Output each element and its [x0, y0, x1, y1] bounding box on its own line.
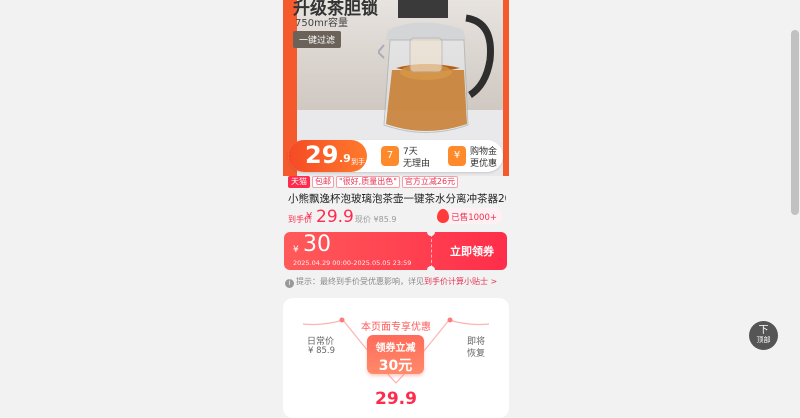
hero-right-border [503, 0, 509, 176]
hero-filter-tag: 一键过滤 [293, 31, 342, 48]
price-pill: 29 .9 到手 [288, 140, 367, 172]
tag-tmall: 天猫 [288, 176, 310, 188]
info-icon: i [285, 279, 294, 288]
price-row: 到手价 ¥ 29.9 现价 ¥85.9 已售1000+ [288, 207, 506, 227]
coupon-amount: 30 [303, 232, 331, 257]
fire-icon [437, 209, 450, 223]
arrow-up-icon: 下 [758, 325, 769, 336]
restore-label-line2: 恢复 [467, 349, 486, 359]
coupon-discount-box[interactable]: 领券立减 30元 [367, 335, 424, 374]
price-badge: 29 .9 到手 7 7天 无理由 ¥ 购物金 更优惠 [288, 140, 503, 172]
offer-final-price: 29.9 [375, 389, 417, 409]
currency-symbol: ¥ [306, 211, 313, 222]
money-bag-icon: ¥ [448, 146, 466, 166]
service-return-line2: 无理由 [403, 159, 431, 169]
coupon-currency: ¥ [293, 245, 299, 255]
coupon-validity: 2025.04.29 00:00-2025.05.05 23:59 [293, 259, 412, 267]
back-to-top-label: 顶部 [756, 336, 771, 344]
claim-coupon-button[interactable]: 立即领券 [450, 243, 494, 259]
offer-title: 本页面专享优惠 [361, 322, 431, 333]
service-credit-line2: 更优惠 [470, 159, 498, 169]
price-tips-link[interactable]: 到手价计算小贴士 > [424, 277, 497, 286]
discount-box-amount: 30元 [378, 358, 413, 374]
product-title[interactable]: 小熊飘逸杯泡玻璃泡茶壶一键茶水分离冲茶器2024新款 [288, 191, 506, 206]
sold-count: 已售1000+ [451, 213, 497, 223]
original-price: 现价 ¥85.9 [355, 215, 397, 224]
coupon-divider [431, 234, 432, 268]
product-page: 升级茶胆锁 750mr容量 一键过滤 29 .9 到手 7 7天 无理由 ¥ 购… [283, 0, 509, 418]
sold-count-badge: 已售1000+ [435, 208, 502, 224]
final-price: 29.9 [316, 207, 354, 227]
tag-official-discount: 官方立减26元 [401, 176, 459, 188]
product-hero-image[interactable]: 升级茶胆锁 750mr容量 一键过滤 29 .9 到手 7 7天 无理由 ¥ 购… [283, 0, 509, 176]
page-scrollbar[interactable] [790, 0, 800, 400]
badge-price-unit: 到手 [351, 158, 365, 166]
discount-box-label: 领券立减 [375, 343, 416, 354]
price-tip: i 提示：最终到手价受优惠影响，详见到手价计算小贴士 > [285, 276, 497, 288]
daily-price-value: ¥ 85.9 [308, 346, 336, 356]
product-tags: 天猫 包邮 "很好,质量出色" 官方立减26元 [288, 176, 459, 189]
return-icon: 7 [381, 146, 399, 166]
tip-text: 提示：最终到手价受优惠影响，详见 [296, 277, 424, 286]
teapot-image [378, 0, 494, 133]
exclusive-offer-card: 本页面专享优惠 日常价 ¥ 85.9 即将 恢复 领券立减 30元 29.9 [283, 298, 509, 418]
badge-price-decimal: .9 [339, 152, 351, 165]
scrollbar-thumb[interactable] [791, 30, 799, 215]
hero-capacity: 750mr容量 [295, 18, 348, 29]
coupon-card[interactable]: ¥ 30 2025.04.29 00:00-2025.05.05 23:59 立… [284, 228, 507, 274]
tag-free-shipping: 包邮 [312, 176, 334, 188]
badge-price-integer: 29 [305, 141, 339, 169]
back-to-top-button[interactable]: 下 顶部 [749, 321, 778, 350]
tag-review: "很好,质量出色" [336, 176, 400, 188]
